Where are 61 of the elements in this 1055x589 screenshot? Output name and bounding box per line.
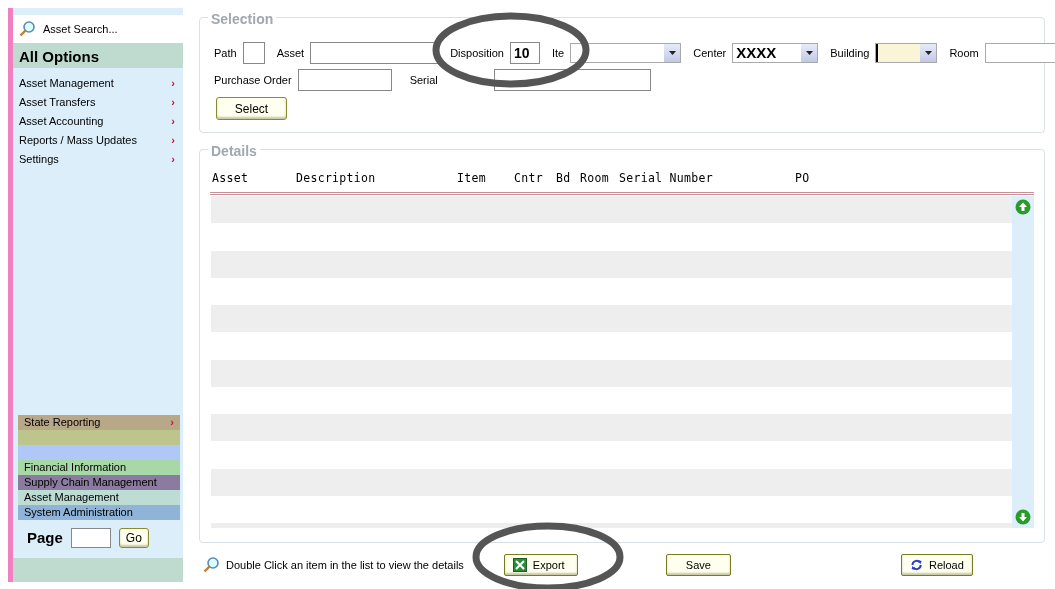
- field-label: Serial: [409, 72, 439, 88]
- input-field[interactable]: [310, 42, 439, 64]
- dropdown-field[interactable]: [984, 43, 1055, 63]
- field-label: Path: [214, 45, 237, 61]
- column-header: PO: [795, 170, 811, 187]
- input-field[interactable]: [297, 69, 392, 91]
- chevron-icon: ›: [171, 151, 175, 168]
- input-field[interactable]: [242, 42, 265, 64]
- input-field[interactable]: 10: [509, 42, 540, 64]
- dropdown-field[interactable]: [875, 43, 938, 63]
- field-label: Ite: [551, 45, 565, 61]
- column-header: Item: [457, 170, 487, 187]
- module-bar[interactable]: State Reporting ›: [18, 415, 180, 430]
- chevron-icon: ›: [171, 94, 175, 111]
- caret-icon: [668, 51, 676, 55]
- menu-item[interactable]: Reports / Mass Updates ›: [13, 131, 183, 150]
- scroll-down-icon: [1015, 509, 1031, 525]
- column-header: Asset: [212, 170, 250, 187]
- field-label: Center: [693, 45, 727, 61]
- dropdown-field[interactable]: [570, 43, 682, 63]
- caret-icon: [805, 51, 813, 55]
- chevron-icon: ›: [171, 113, 175, 130]
- dropdown-field[interactable]: XXXX: [732, 43, 819, 63]
- module-bar[interactable]: Financial Information: [18, 460, 180, 475]
- column-header: Cntr: [514, 170, 544, 187]
- save-button[interactable]: Save: [665, 554, 731, 576]
- section-header: All Options: [13, 43, 183, 68]
- field-label: Disposition: [450, 45, 504, 61]
- column-header: Bd: [556, 170, 572, 187]
- refresh-icon: [909, 557, 923, 573]
- chevron-icon: ›: [170, 415, 174, 430]
- chevron-icon: ›: [171, 132, 175, 149]
- go-button[interactable]: Go: [118, 528, 149, 548]
- column-header: Room: [580, 170, 610, 187]
- menu-item[interactable]: Settings ›: [13, 150, 183, 169]
- module-bar[interactable]: System Administration: [18, 505, 180, 520]
- column-header: Description: [296, 170, 377, 187]
- hint-text: Double Click an item in the list to view the details: [226, 557, 464, 573]
- module-bar[interactable]: Supply Chain Management: [18, 475, 180, 490]
- module-bar[interactable]: Asset Management: [18, 490, 180, 505]
- menu-item[interactable]: Asset Management ›: [13, 74, 183, 93]
- page-field[interactable]: [70, 528, 111, 548]
- field-label: Room: [949, 45, 979, 61]
- menu-item[interactable]: Asset Accounting ›: [13, 112, 183, 131]
- search-icon: [19, 21, 35, 37]
- reload-button[interactable]: Reload: [900, 554, 973, 576]
- column-header: Serial Number: [619, 170, 714, 187]
- search-link[interactable]: Asset Search...: [13, 15, 183, 43]
- field-label: Building: [830, 45, 870, 61]
- scroll-up-icon: [1015, 199, 1031, 215]
- field-label: Asset: [276, 45, 305, 61]
- field-label: Purchase Order: [214, 72, 292, 88]
- page-label: Page: [27, 527, 63, 548]
- scrollbar[interactable]: [1012, 196, 1034, 528]
- select-button[interactable]: Select: [216, 97, 287, 120]
- spreadsheet-icon: [512, 558, 527, 572]
- menu-item[interactable]: Asset Transfers ›: [13, 93, 183, 112]
- chevron-icon: ›: [171, 75, 175, 92]
- caret-icon: [924, 51, 932, 55]
- export-button[interactable]: Export: [503, 554, 578, 576]
- search-icon: [203, 557, 219, 573]
